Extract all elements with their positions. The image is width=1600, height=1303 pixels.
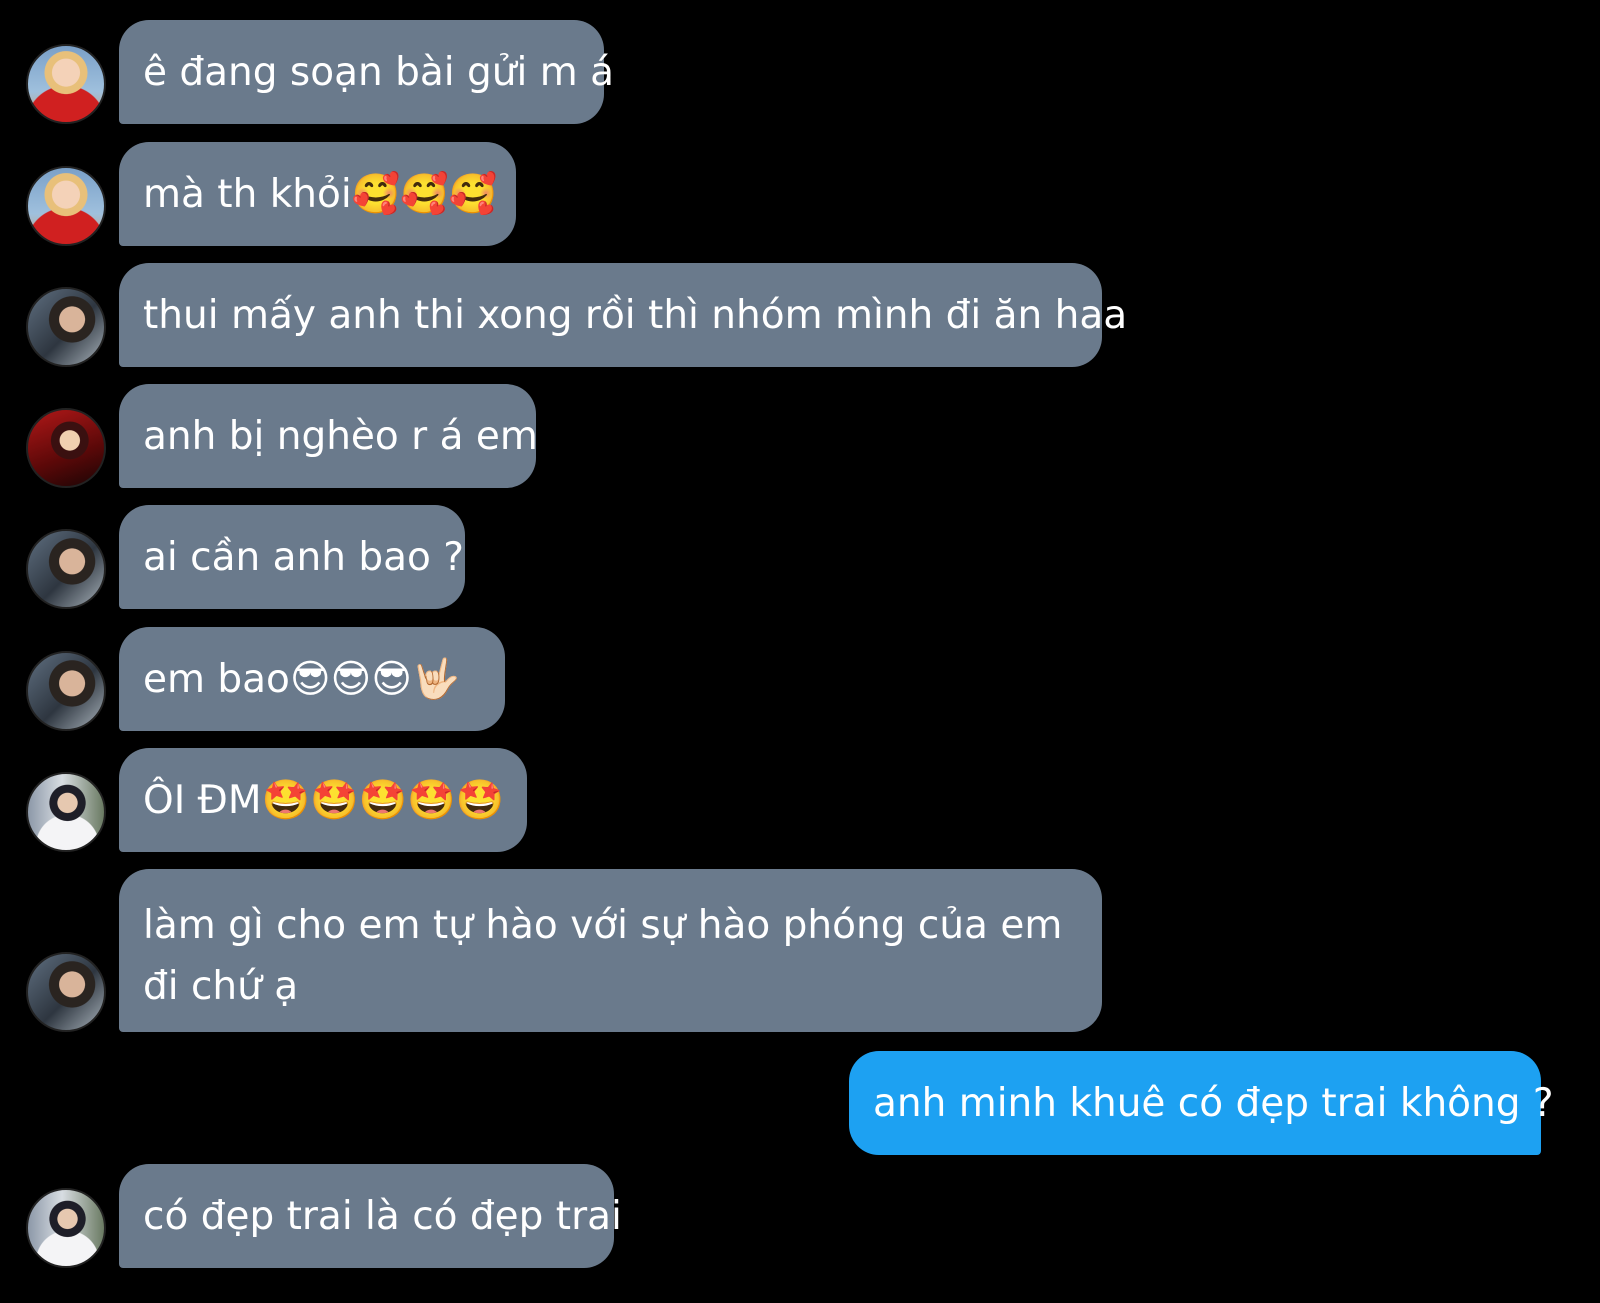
- avatar-icon[interactable]: [26, 408, 106, 488]
- message-text: có đẹp trai là có đẹp trai: [143, 1194, 622, 1239]
- avatar-icon[interactable]: [26, 1188, 106, 1268]
- message-bubble[interactable]: có đẹp trai là có đẹp trai: [119, 1164, 622, 1268]
- message-text: mà th khỏi🥰🥰🥰: [143, 172, 498, 217]
- message-bubble[interactable]: thui mấy anh thi xong rồi thì nhóm mình …: [119, 263, 1127, 367]
- message-text: em bao😎😎😎🤟🏻: [143, 657, 461, 702]
- message-text: anh minh khuê có đẹp trai không ?: [873, 1081, 1554, 1126]
- message-text: ai cần anh bao ?: [143, 535, 464, 580]
- message-bubble[interactable]: em bao😎😎😎🤟🏻: [119, 627, 505, 731]
- avatar-icon[interactable]: [26, 651, 106, 731]
- message-bubble[interactable]: anh bị nghèo r á em: [119, 384, 538, 488]
- avatar-icon[interactable]: [26, 529, 106, 609]
- message-text: làm gì cho em tự hào với sự hào phóng củ…: [143, 903, 1063, 1009]
- avatar-icon[interactable]: [26, 166, 106, 246]
- message-bubble[interactable]: ÔI ĐM🤩🤩🤩🤩🤩: [119, 748, 527, 852]
- message-text: ÔI ĐM🤩🤩🤩🤩🤩: [143, 778, 505, 823]
- message-text: thui mấy anh thi xong rồi thì nhóm mình …: [143, 293, 1128, 338]
- avatar-icon[interactable]: [26, 44, 106, 124]
- message-text: anh bị nghèo r á em: [143, 414, 538, 459]
- message-text: ê đang soạn bài gửi m á: [143, 50, 614, 95]
- message-bubble[interactable]: làm gì cho em tự hào với sự hào phóng củ…: [119, 869, 1102, 1032]
- message-bubble[interactable]: mà th khỏi🥰🥰🥰: [119, 142, 516, 246]
- chat-thread: ê đang soạn bài gửi m á mà th khỏi🥰🥰🥰 th…: [0, 0, 1600, 1303]
- avatar-icon[interactable]: [26, 952, 106, 1032]
- message-bubble-outgoing[interactable]: anh minh khuê có đẹp trai không ?: [849, 1051, 1554, 1155]
- avatar-icon[interactable]: [26, 287, 106, 367]
- avatar-icon[interactable]: [26, 772, 106, 852]
- message-bubble[interactable]: ê đang soạn bài gửi m á: [119, 20, 614, 124]
- message-bubble[interactable]: ai cần anh bao ?: [119, 505, 465, 609]
